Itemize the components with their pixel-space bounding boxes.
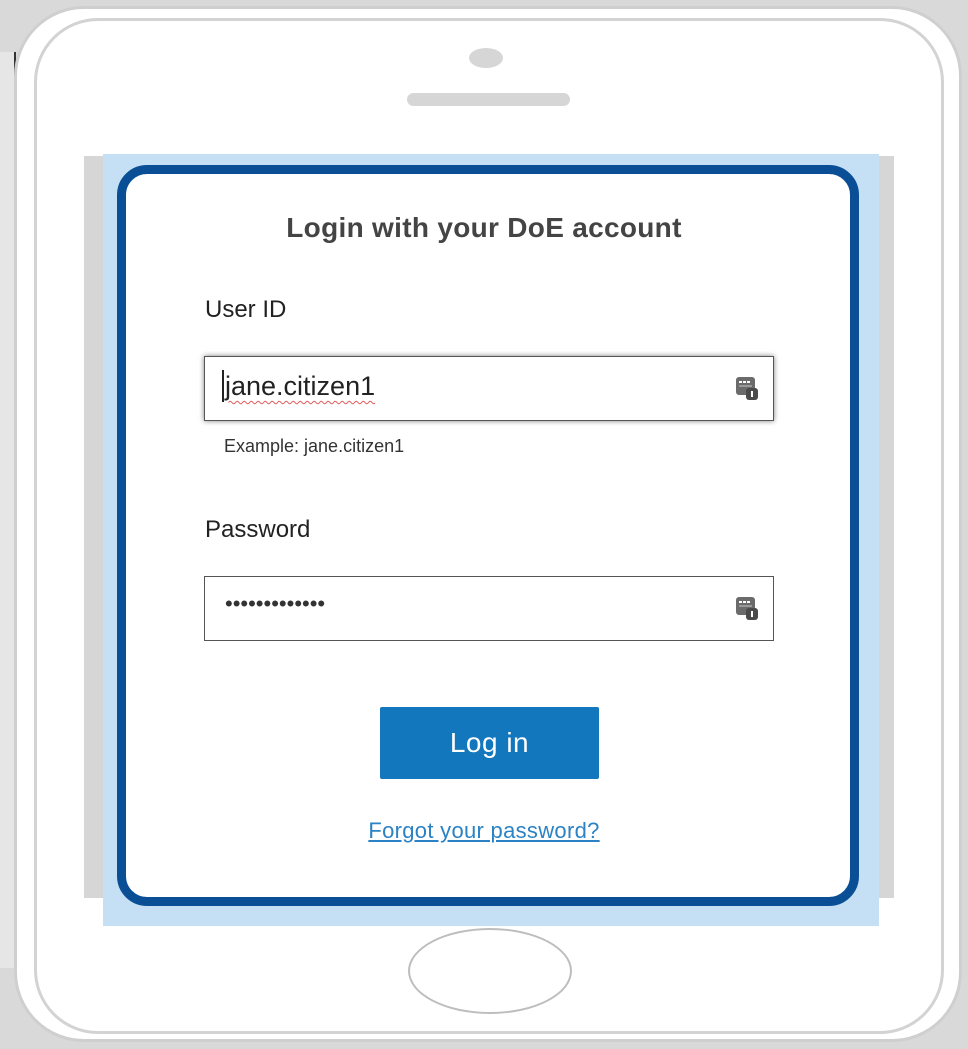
phone-home-button	[408, 928, 572, 1014]
login-button[interactable]: Log in	[380, 707, 599, 779]
password-manager-key-icon[interactable]	[735, 595, 759, 621]
phone-camera	[469, 48, 503, 68]
forgot-password-link[interactable]: Forgot your password?	[0, 818, 968, 844]
password-manager-key-icon[interactable]	[735, 375, 759, 401]
userid-example-hint: Example: jane.citizen1	[224, 436, 405, 456]
phone-speaker	[407, 93, 570, 106]
login-title: Login with your DoE account	[286, 212, 682, 243]
userid-input[interactable]: jane.citizen1	[204, 356, 774, 421]
text-caret	[222, 370, 224, 402]
userid-label: User ID	[205, 296, 287, 323]
password-input-value: •••••••••••••	[225, 591, 326, 616]
userid-input-value: jane.citizen1	[225, 371, 376, 401]
password-input[interactable]: •••••••••••••	[204, 576, 774, 641]
password-label: Password	[205, 516, 311, 543]
